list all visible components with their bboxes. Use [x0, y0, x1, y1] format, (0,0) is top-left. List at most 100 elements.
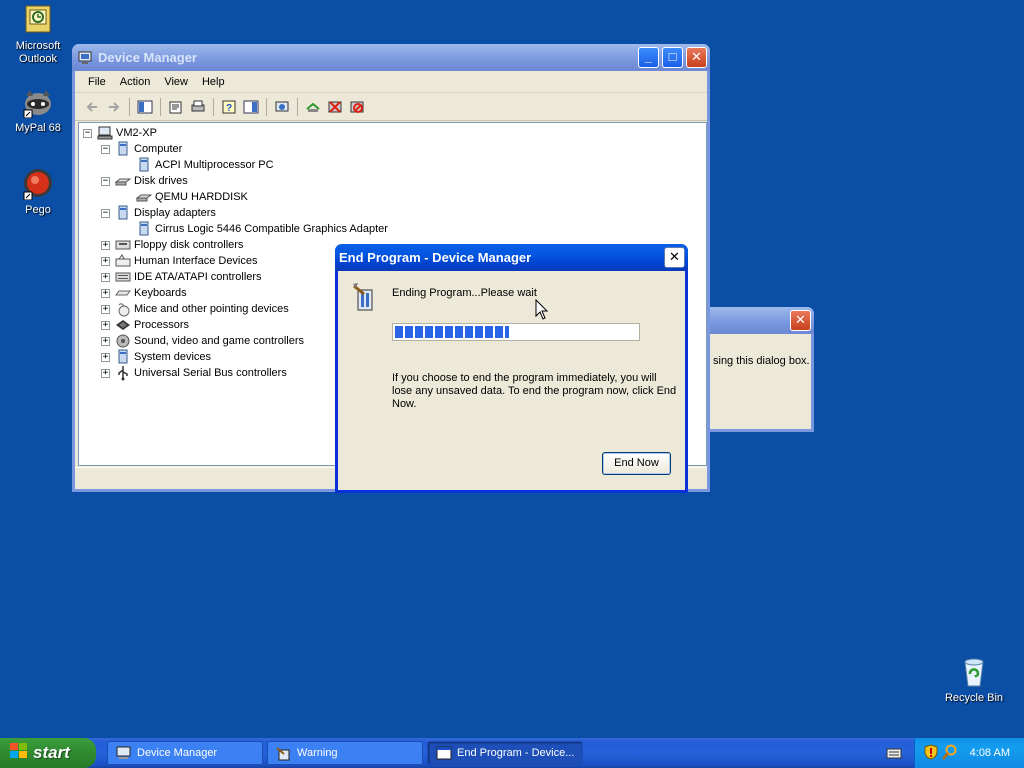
desktop-icon-pego[interactable]: Pego [0, 168, 76, 217]
close-button[interactable]: ✕ [664, 247, 685, 268]
window-title: Device Manager [98, 50, 197, 65]
expand-toggle[interactable]: + [101, 336, 110, 346]
tree-node-system-devices[interactable]: + System devices [101, 349, 211, 365]
tree-node-disk-drives[interactable]: − Disk drives [101, 173, 188, 189]
taskbar-item-end-program[interactable]: End Program - Device... [427, 741, 583, 765]
properties-icon[interactable] [165, 96, 187, 118]
tree-node-qemu-harddisk[interactable]: QEMU HARDDISK [136, 189, 248, 205]
view-icon[interactable] [240, 96, 262, 118]
taskbar-item-device-manager[interactable]: Device Manager [107, 741, 263, 765]
desktop-icon-recycle-bin[interactable]: Recycle Bin [936, 656, 1012, 705]
desktop-icon-label: Outlook [19, 53, 57, 65]
tree-label: ACPI Multiprocessor PC [155, 159, 274, 171]
hid-icon [115, 253, 131, 269]
pego-icon [22, 168, 54, 201]
tree-label: Computer [134, 143, 183, 155]
menu-action[interactable]: Action [113, 76, 158, 88]
expand-toggle[interactable]: + [101, 352, 110, 362]
warning-program-icon [276, 745, 292, 761]
warning-close-button[interactable]: ✕ [790, 310, 811, 331]
help-icon[interactable]: ? [218, 96, 240, 118]
keyboard-tray-icon[interactable] [886, 746, 902, 763]
floppy-controller-icon [115, 237, 131, 253]
window-icon [436, 745, 452, 761]
tree-node-cirrus-logic[interactable]: Cirrus Logic 5446 Compatible Graphics Ad… [136, 221, 388, 237]
device-manager-icon [116, 745, 132, 761]
tree-node-hid[interactable]: + Human Interface Devices [101, 253, 258, 269]
uninstall-icon[interactable] [324, 96, 346, 118]
clock[interactable]: 4:08 AM [970, 747, 1010, 759]
close-button[interactable]: ✕ [686, 47, 707, 68]
tree-node-mice[interactable]: + Mice and other pointing devices [101, 301, 289, 317]
warning-titlebar[interactable]: ✕ [704, 307, 814, 334]
expand-toggle[interactable]: + [101, 304, 110, 314]
show-hide-tree-icon[interactable] [134, 96, 156, 118]
end-now-button[interactable]: End Now [602, 452, 671, 475]
taskbar-item-warning[interactable]: Warning [267, 741, 423, 765]
tree-node-computer[interactable]: − Computer [101, 141, 182, 157]
expand-toggle[interactable]: + [101, 320, 110, 330]
disable-icon[interactable] [346, 96, 368, 118]
update-driver-icon[interactable] [302, 96, 324, 118]
desktop-icon-label: Microsoft [15, 40, 61, 52]
sound-icon [115, 333, 131, 349]
security-shield-icon[interactable] [924, 743, 938, 763]
usb-icon [115, 365, 131, 381]
tree-label: Cirrus Logic 5446 Compatible Graphics Ad… [155, 223, 388, 235]
maximize-button[interactable]: □ [662, 47, 683, 68]
end-program-info: If you choose to end the program immedia… [392, 372, 677, 410]
menu-help[interactable]: Help [195, 76, 232, 88]
ending-program-message: Ending Program...Please wait [392, 287, 537, 299]
display-adapter-icon [115, 205, 131, 221]
desktop-icon-outlook[interactable]: Microsoft Outlook [0, 4, 76, 66]
collapse-toggle[interactable]: − [101, 144, 110, 154]
ide-controller-icon [115, 269, 131, 285]
warning-window[interactable]: ✕ sing this dialog box. [704, 307, 814, 432]
magnifier-tray-icon[interactable] [941, 744, 958, 763]
scan-hardware-icon[interactable] [271, 96, 293, 118]
expand-toggle[interactable]: + [101, 288, 110, 298]
taskbar-item-label: Warning [297, 747, 338, 759]
collapse-toggle[interactable]: − [101, 176, 110, 186]
dialog-title: End Program - Device Manager [339, 250, 532, 265]
expand-toggle[interactable]: + [101, 256, 110, 266]
tree-node-processors[interactable]: + Processors [101, 317, 189, 333]
computer-icon [97, 125, 113, 141]
collapse-toggle[interactable]: − [83, 128, 92, 138]
tree-label: QEMU HARDDISK [155, 191, 248, 203]
desktop-icon-label: Recycle Bin [944, 692, 1004, 704]
toolbar-separator [160, 97, 161, 116]
menu-file[interactable]: File [81, 76, 113, 88]
back-icon[interactable] [81, 96, 103, 118]
tree-node-sound[interactable]: + Sound, video and game controllers [101, 333, 304, 349]
expand-toggle[interactable]: + [101, 240, 110, 250]
expand-toggle[interactable]: + [101, 272, 110, 282]
device-manager-titlebar[interactable]: Device Manager _ □ ✕ [72, 44, 710, 71]
program-hourglass-icon [352, 282, 380, 317]
mouse-icon [115, 301, 131, 317]
menu-view[interactable]: View [157, 76, 195, 88]
toolbar-separator [297, 97, 298, 116]
tree-node-keyboards[interactable]: + Keyboards [101, 285, 187, 301]
warning-message: sing this dialog box. [713, 355, 810, 367]
tree-node-root[interactable]: − VM2-XP [83, 125, 157, 141]
tree-label: Display adapters [134, 207, 216, 219]
tree-label: Sound, video and game controllers [134, 335, 304, 347]
display-adapter-icon [136, 221, 152, 237]
system-tray: 4:08 AM [914, 738, 1024, 768]
tree-node-acpi[interactable]: ACPI Multiprocessor PC [136, 157, 274, 173]
svg-text:?: ? [226, 103, 232, 114]
tree-node-ide[interactable]: + IDE ATA/ATAPI controllers [101, 269, 262, 285]
start-button[interactable]: start [0, 738, 96, 768]
desktop-icon-mypal[interactable]: MyPal 68 [0, 86, 76, 135]
expand-toggle[interactable]: + [101, 368, 110, 378]
collapse-toggle[interactable]: − [101, 208, 110, 218]
minimize-button[interactable]: _ [638, 47, 659, 68]
tree-node-display-adapters[interactable]: − Display adapters [101, 205, 216, 221]
forward-icon[interactable] [103, 96, 125, 118]
end-program-titlebar[interactable]: End Program - Device Manager ✕ [335, 244, 688, 271]
print-icon[interactable] [187, 96, 209, 118]
tree-node-usb[interactable]: + Universal Serial Bus controllers [101, 365, 287, 381]
end-program-dialog[interactable]: End Program - Device Manager ✕ Ending Pr… [335, 244, 688, 493]
tree-node-floppy[interactable]: + Floppy disk controllers [101, 237, 243, 253]
